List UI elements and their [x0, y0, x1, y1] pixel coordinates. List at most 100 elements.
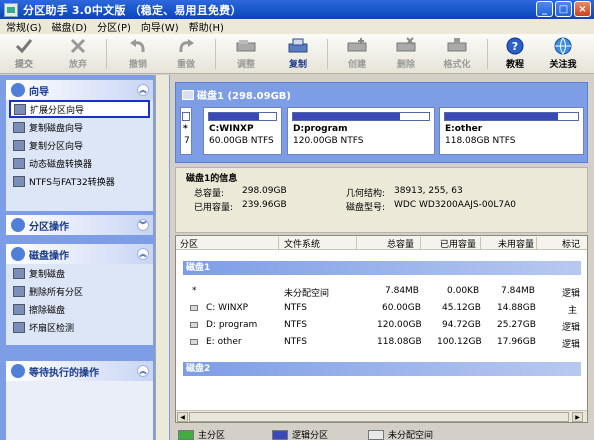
scroll-left-icon[interactable]: ◀ — [177, 412, 188, 422]
window-title: 分区助手 3.0中文版 （稳定、易用且免费） — [23, 3, 242, 17]
undo-icon — [130, 39, 145, 53]
disk-op-wipe[interactable]: 擦除磁盘 — [6, 300, 153, 318]
wizard-icon — [11, 83, 25, 97]
disk-op-delete-all[interactable]: 删除所有分区 — [6, 282, 153, 300]
partition-ops-group: 分区操作 ︾ — [6, 215, 153, 235]
wizard-item-copy-partition[interactable]: 复制分区向导 — [6, 136, 153, 154]
commit-button[interactable]: 提交 — [4, 37, 44, 72]
x-icon — [70, 38, 86, 54]
menu-partition[interactable]: 分区(P) — [97, 19, 131, 34]
pending-header[interactable]: 等待执行的操作 ︽ — [6, 361, 153, 381]
chevron-up-icon[interactable]: ︽ — [137, 365, 149, 377]
disk-ops-header[interactable]: 磁盘操作 ︽ — [6, 244, 153, 264]
unallocated-swatch — [368, 429, 384, 440]
drive-icon — [190, 305, 198, 311]
right-pane: 磁盘1 (298.09GB) * 7 C:WINXP 60.00GB NTFS … — [172, 75, 594, 440]
menu-disk[interactable]: 磁盘(D) — [52, 19, 88, 34]
disk-op-copy[interactable]: 复制磁盘 — [6, 264, 153, 282]
redo-button[interactable]: 重做 — [166, 37, 206, 72]
tutorial-button[interactable]: ? 教程 — [495, 37, 535, 72]
partition-icon — [14, 103, 26, 115]
wizard-group-header[interactable]: 向导 ︽ — [6, 80, 153, 100]
dynamic-disk-icon — [13, 157, 25, 169]
disk-info-panel: 磁盘1的信息 总容量: 298.09GB 已用容量: 239.96GB 几何结构… — [175, 167, 588, 233]
table-horizontal-scrollbar[interactable]: ◀ ▶ — [176, 410, 587, 422]
disk-map-title: 磁盘1 (298.09GB) — [182, 87, 291, 102]
convert-icon — [13, 175, 25, 187]
table-row[interactable]: E: other NTFS 118.08GB 100.12GB 17.96GB … — [176, 335, 587, 350]
disk-geometry-value: 38913, 255, 63 — [394, 186, 463, 196]
discard-button[interactable]: 放弃 — [58, 37, 98, 72]
table-header: 分区 文件系统 总容量 已用容量 未用容量 标记 — [176, 236, 587, 250]
col-free[interactable]: 未用容量 — [498, 237, 534, 250]
title-bar: 分区助手 3.0中文版 （稳定、易用且免费） _ □ × — [0, 0, 594, 19]
disk-resize-icon — [236, 40, 256, 52]
minimize-button[interactable]: _ — [536, 1, 553, 17]
resize-button[interactable]: 调整 — [226, 37, 266, 72]
wipe-icon — [13, 303, 25, 315]
disk-map: 磁盘1 (298.09GB) * 7 C:WINXP 60.00GB NTFS … — [175, 82, 588, 163]
col-filesystem[interactable]: 文件系统 — [284, 237, 320, 250]
check-icon — [15, 39, 33, 54]
maximize-button[interactable]: □ — [555, 1, 572, 17]
chevron-up-icon[interactable]: ︽ — [137, 84, 149, 96]
delete-icon — [13, 285, 25, 297]
app-icon — [4, 2, 18, 17]
legend-primary: 主分区 — [178, 428, 225, 440]
close-button[interactable]: × — [574, 1, 591, 17]
disk-op-bad-sector[interactable]: 坏扇区检测 — [6, 318, 153, 336]
disk-model-value: WDC WD3200AAJS-00L7A0 — [394, 200, 516, 210]
partition-ops-icon — [11, 218, 25, 232]
legend-unallocated: 未分配空间 — [368, 428, 433, 440]
disk-part-d[interactable]: D:program 120.00GB NTFS — [287, 107, 435, 155]
wizard-item-ntfs-fat32[interactable]: NTFS与FAT32转换器 — [6, 172, 153, 190]
col-partition[interactable]: 分区 — [180, 237, 198, 250]
menu-bar: 常规(G) 磁盘(D) 分区(P) 向导(W) 帮助(H) — [0, 19, 594, 34]
disk-part-unallocated[interactable]: * 7 — [180, 107, 192, 155]
bad-sector-icon — [13, 321, 25, 333]
disk-used-value: 239.96GB — [242, 200, 287, 210]
globe-icon — [554, 37, 572, 55]
table-row[interactable]: * 未分配空间 7.84MB 0.00KB 7.84MB 逻辑 — [176, 284, 587, 299]
chevron-up-icon[interactable]: ︽ — [137, 248, 149, 260]
menu-help[interactable]: 帮助(H) — [189, 19, 224, 34]
help-icon: ? — [506, 37, 524, 55]
disk-part-c[interactable]: C:WINXP 60.00GB NTFS — [203, 107, 282, 155]
undo-button[interactable]: 撤销 — [118, 37, 158, 72]
menu-general[interactable]: 常规(G) — [6, 19, 42, 34]
table-row[interactable]: D: program NTFS 120.00GB 94.72GB 25.27GB… — [176, 318, 587, 333]
left-scrollbar[interactable] — [155, 75, 169, 440]
partition-table: 分区 文件系统 总容量 已用容量 未用容量 标记 磁盘1 * 未分配空间 7.8… — [175, 235, 588, 423]
disk-part-e-usage — [445, 113, 559, 120]
partition-ops-header[interactable]: 分区操作 ︾ — [6, 215, 153, 235]
scroll-thumb[interactable] — [189, 412, 569, 422]
wizard-item-copy-disk[interactable]: 复制磁盘向导 — [6, 118, 153, 136]
follow-button[interactable]: 关注我 — [543, 37, 583, 72]
svg-text:?: ? — [512, 40, 518, 53]
wizard-item-extend-partition[interactable]: 扩展分区向导 — [9, 100, 150, 118]
disk-delete-icon — [396, 37, 416, 52]
chevron-down-icon[interactable]: ︾ — [137, 219, 149, 231]
redo-icon — [179, 39, 194, 53]
pending-icon — [11, 364, 25, 378]
col-total[interactable]: 总容量 — [387, 237, 414, 250]
disk1-row[interactable]: 磁盘1 — [183, 261, 581, 275]
toolbar: 提交 放弃 撤销 重做 调整 复制 创建 删除 格式化 ? 教程 关注我 — [0, 34, 594, 74]
col-used[interactable]: 已用容量 — [440, 237, 476, 250]
format-button[interactable]: 格式化 — [437, 37, 477, 72]
col-flag[interactable]: 标记 — [562, 237, 580, 250]
create-button[interactable]: 创建 — [337, 37, 377, 72]
wizard-item-dynamic-disk[interactable]: 动态磁盘转换器 — [6, 154, 153, 172]
copy-button[interactable]: 复制 — [278, 37, 318, 72]
disk-total-value: 298.09GB — [242, 186, 287, 196]
disk-ops-group: 磁盘操作 ︽ 复制磁盘 删除所有分区 擦除磁盘 坏扇区检测 — [6, 244, 153, 345]
disk-part-e[interactable]: E:other 118.08GB NTFS — [439, 107, 584, 155]
partition-copy-icon — [13, 139, 25, 151]
disk-ops-icon — [11, 247, 25, 261]
legend: 主分区 逻辑分区 未分配空间 — [172, 426, 594, 440]
delete-button[interactable]: 删除 — [386, 37, 426, 72]
disk2-row[interactable]: 磁盘2 — [183, 362, 581, 376]
menu-wizard[interactable]: 向导(W) — [141, 19, 179, 34]
table-row[interactable]: C: WINXP NTFS 60.00GB 45.12GB 14.88GB 主 — [176, 301, 587, 316]
scroll-right-icon[interactable]: ▶ — [572, 412, 583, 422]
